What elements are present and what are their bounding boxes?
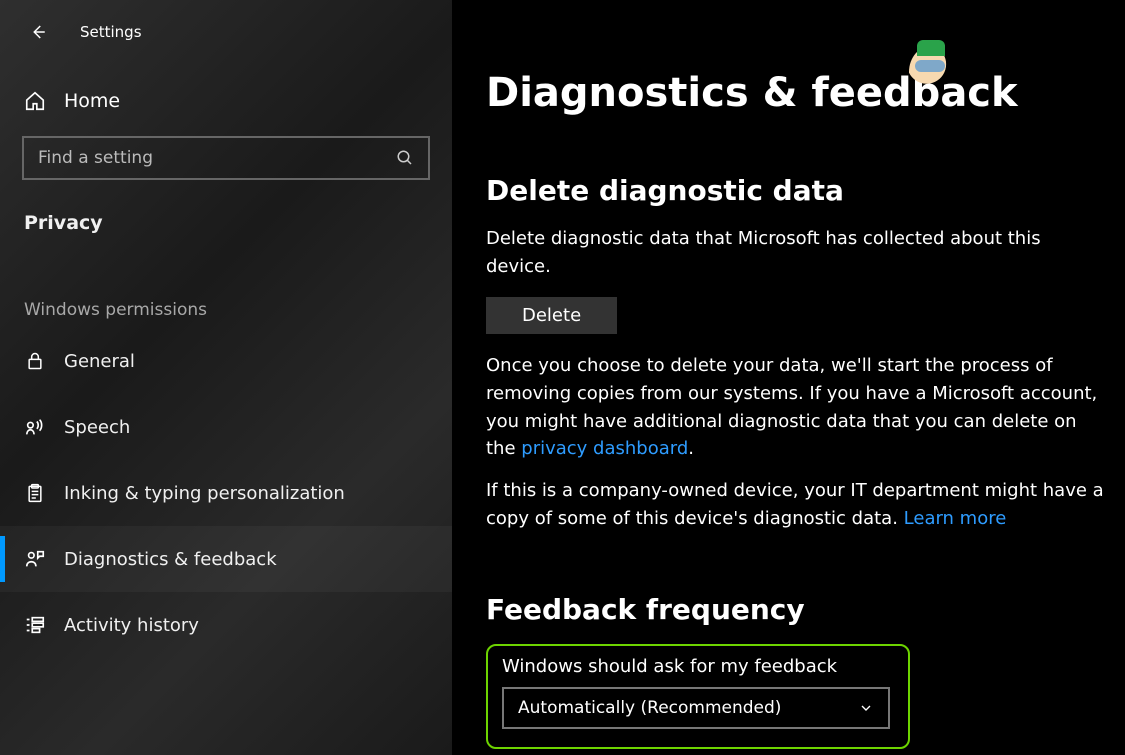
titlebar: Settings — [0, 10, 452, 56]
sidebar-item-general[interactable]: General — [0, 328, 452, 394]
back-arrow-icon — [29, 23, 47, 41]
mascot-icon — [909, 46, 953, 98]
search-input[interactable] — [38, 148, 396, 168]
feedback-section: Feedback frequency Windows should ask fo… — [486, 593, 1105, 749]
delete-desc: Delete diagnostic data that Microsoft ha… — [486, 225, 1105, 281]
sidebar-item-label: Activity history — [64, 615, 199, 636]
learn-more-link[interactable]: Learn more — [904, 508, 1007, 529]
sidebar: Settings Home Privacy Windows permission… — [0, 0, 452, 755]
delete-para-2: If this is a company-owned device, your … — [486, 477, 1105, 533]
lock-icon — [24, 351, 46, 371]
feedback-highlight: Windows should ask for my feedback Autom… — [486, 644, 910, 749]
page-title: Diagnostics & feedback — [486, 70, 1105, 116]
category-label: Privacy — [0, 180, 452, 246]
sidebar-item-label: Inking & typing personalization — [64, 483, 345, 504]
sidebar-item-inking[interactable]: Inking & typing personalization — [0, 460, 452, 526]
sidebar-item-label: General — [64, 351, 135, 372]
delete-para-1: Once you choose to delete your data, we'… — [486, 352, 1105, 464]
home-nav[interactable]: Home — [0, 56, 452, 136]
back-button[interactable] — [24, 18, 52, 46]
main-content: Diagnostics & feedback Delete diagnostic… — [452, 0, 1125, 755]
speech-icon — [24, 416, 46, 438]
sidebar-item-label: Speech — [64, 417, 130, 438]
delete-para-1-post: . — [688, 438, 694, 459]
sidebar-item-activity[interactable]: Activity history — [0, 592, 452, 658]
home-label: Home — [64, 90, 120, 112]
group-label: Windows permissions — [0, 246, 452, 328]
home-icon — [24, 90, 46, 112]
feedback-frequency-dropdown[interactable]: Automatically (Recommended) — [502, 687, 890, 729]
chevron-down-icon — [858, 700, 874, 716]
privacy-dashboard-link[interactable]: privacy dashboard — [521, 438, 688, 459]
app-title: Settings — [80, 23, 142, 41]
clipboard-icon — [24, 483, 46, 503]
delete-para-2-text: If this is a company-owned device, your … — [486, 480, 1104, 529]
search-box[interactable] — [22, 136, 430, 180]
timeline-icon — [24, 614, 46, 636]
search-icon — [396, 149, 414, 167]
delete-button[interactable]: Delete — [486, 297, 617, 334]
sidebar-item-label: Diagnostics & feedback — [64, 549, 277, 570]
feedback-dropdown-label: Windows should ask for my feedback — [502, 656, 894, 677]
dropdown-value: Automatically (Recommended) — [518, 698, 781, 718]
feedback-icon — [24, 548, 46, 570]
sidebar-item-diagnostics[interactable]: Diagnostics & feedback — [0, 526, 452, 592]
feedback-heading: Feedback frequency — [486, 593, 1105, 626]
sidebar-item-speech[interactable]: Speech — [0, 394, 452, 460]
delete-heading: Delete diagnostic data — [486, 174, 1105, 207]
